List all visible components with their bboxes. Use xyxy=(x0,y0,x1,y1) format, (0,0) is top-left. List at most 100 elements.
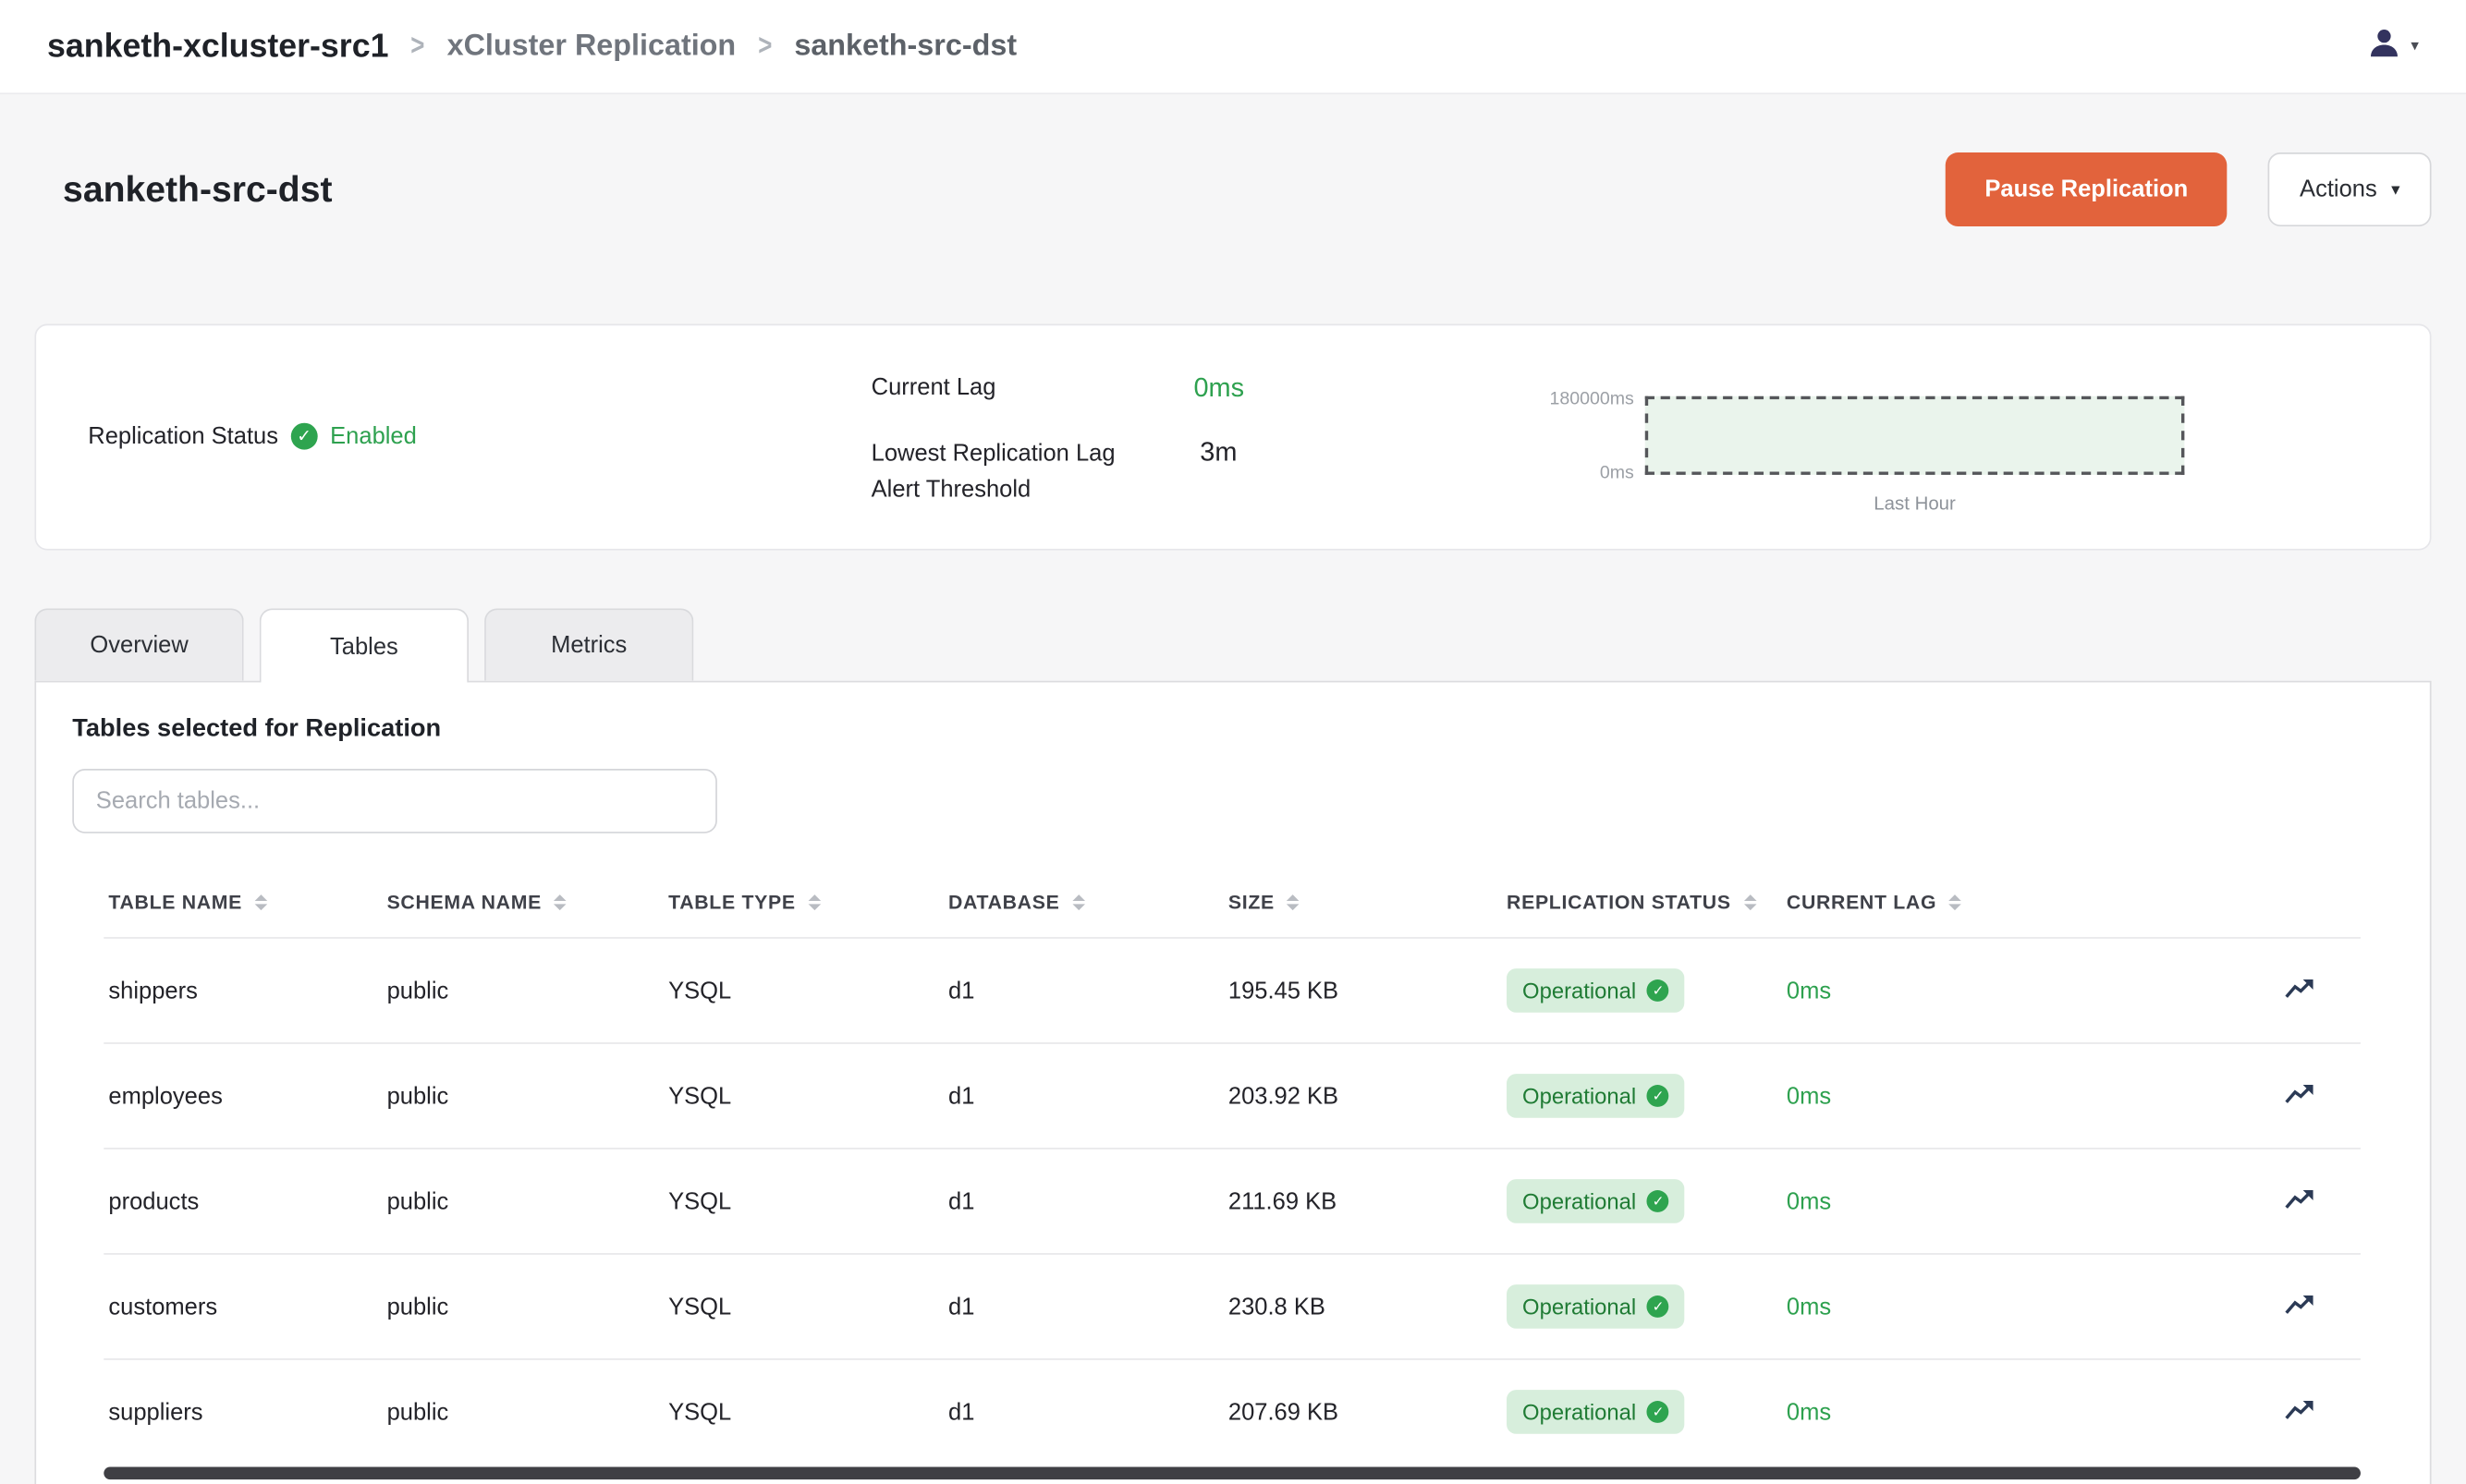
column-header-current-lag[interactable]: CURRENT LAG xyxy=(1782,892,2186,914)
check-circle-icon: ✓ xyxy=(291,423,318,450)
current-lag-label: Current Lag xyxy=(872,374,996,401)
cell-schema-name: public xyxy=(382,1293,664,1320)
cell-table-name: products xyxy=(104,1187,382,1214)
actions-button[interactable]: Actions ▾ xyxy=(2268,152,2432,226)
line-chart-icon xyxy=(2284,973,2318,1007)
title-buttons: Pause Replication Actions ▾ xyxy=(1946,152,2432,226)
cell-schema-name: public xyxy=(382,1187,664,1214)
cell-replication-status: Operational✓ xyxy=(1502,1074,1782,1118)
cell-schema-name: public xyxy=(382,1398,664,1425)
cell-table-type: YSQL xyxy=(664,1082,944,1109)
line-chart-icon xyxy=(2284,1078,2318,1113)
breadcrumb-section[interactable]: xCluster Replication xyxy=(447,29,737,63)
table-row: suppliers public YSQL d1 207.69 KB Opera… xyxy=(104,1358,2361,1464)
row-metrics-button[interactable] xyxy=(2280,1392,2321,1432)
row-metrics-button[interactable] xyxy=(2280,1076,2321,1116)
chart-x-label: Last Hour xyxy=(1645,493,2185,515)
cell-size: 230.8 KB xyxy=(1224,1293,1502,1320)
chevron-down-icon: ▾ xyxy=(2391,179,2399,200)
tab-bar: Overview Tables Metrics xyxy=(34,608,2466,680)
cell-schema-name: public xyxy=(382,977,664,1004)
replication-status-card: Replication Status ✓ Enabled Current Lag… xyxy=(34,324,2431,551)
chevron-down-icon: ▾ xyxy=(2411,38,2419,55)
cell-current-lag: 0ms xyxy=(1782,977,2186,1004)
cell-table-name: shippers xyxy=(104,977,382,1004)
panel-heading: Tables selected for Replication xyxy=(72,715,2430,744)
sort-icon[interactable] xyxy=(808,894,821,910)
table-row: employees public YSQL d1 203.92 KB Opera… xyxy=(104,1042,2361,1148)
chart-y-max-label: 180000ms xyxy=(1549,390,1633,408)
chart-y-min-label: 0ms xyxy=(1600,464,1634,482)
sort-icon[interactable] xyxy=(1743,894,1756,910)
lowest-lag-label: Lowest Replication Lag Alert Threshold xyxy=(872,435,1147,507)
sort-icon[interactable] xyxy=(1287,894,1300,910)
cell-table-type: YSQL xyxy=(664,1293,944,1320)
tables-panel: Tables selected for Replication TABLE NA… xyxy=(34,681,2431,1484)
user-icon xyxy=(2365,24,2403,69)
status-badge: Operational✓ xyxy=(1507,1074,1685,1118)
table-row: customers public YSQL d1 230.8 KB Operat… xyxy=(104,1253,2361,1358)
cell-schema-name: public xyxy=(382,1082,664,1109)
cell-size: 195.45 KB xyxy=(1224,977,1502,1004)
row-metrics-button[interactable] xyxy=(2280,970,2321,1011)
cell-size: 211.69 KB xyxy=(1224,1187,1502,1214)
cell-replication-status: Operational✓ xyxy=(1502,1179,1782,1223)
cell-size: 203.92 KB xyxy=(1224,1082,1502,1109)
check-circle-icon: ✓ xyxy=(1647,979,1669,1002)
check-circle-icon: ✓ xyxy=(1647,1401,1669,1423)
sort-icon[interactable] xyxy=(255,894,268,910)
tab-tables[interactable]: Tables xyxy=(260,608,469,682)
column-header-table-name[interactable]: TABLE NAME xyxy=(104,892,382,914)
breadcrumb-universe[interactable]: sanketh-xcluster-src1 xyxy=(47,28,388,66)
sort-icon[interactable] xyxy=(1072,894,1085,910)
actions-button-label: Actions xyxy=(2300,176,2377,203)
cell-table-type: YSQL xyxy=(664,1398,944,1425)
breadcrumb: sanketh-xcluster-src1 > xCluster Replica… xyxy=(47,28,1017,66)
row-metrics-button[interactable] xyxy=(2280,1286,2321,1327)
pause-replication-button[interactable]: Pause Replication xyxy=(1946,152,2228,226)
column-header-replication-status[interactable]: REPLICATION STATUS xyxy=(1502,892,1782,914)
column-header-table-type[interactable]: TABLE TYPE xyxy=(664,892,944,914)
status-badge: Operational✓ xyxy=(1507,1179,1685,1223)
breadcrumb-current: sanketh-src-dst xyxy=(794,29,1017,63)
cell-table-type: YSQL xyxy=(664,1187,944,1214)
cell-database: d1 xyxy=(944,1187,1224,1214)
cell-current-lag: 0ms xyxy=(1782,1187,2186,1214)
tab-overview[interactable]: Overview xyxy=(34,608,243,680)
line-chart-icon xyxy=(2284,1289,2318,1323)
chevron-right-icon: > xyxy=(758,29,772,63)
cell-replication-status: Operational✓ xyxy=(1502,1390,1782,1434)
app-viewport: sanketh-xcluster-src1 > xCluster Replica… xyxy=(0,0,2466,1484)
column-header-database[interactable]: DATABASE xyxy=(944,892,1224,914)
check-circle-icon: ✓ xyxy=(1647,1085,1669,1107)
chart-plot-area xyxy=(1645,396,2185,475)
cell-database: d1 xyxy=(944,1398,1224,1425)
check-circle-icon: ✓ xyxy=(1647,1295,1669,1318)
cell-database: d1 xyxy=(944,1082,1224,1109)
table-row: shippers public YSQL d1 195.45 KB Operat… xyxy=(104,937,2361,1042)
replication-status: Replication Status ✓ Enabled xyxy=(88,423,417,450)
sort-icon[interactable] xyxy=(1949,894,1962,910)
cell-current-lag: 0ms xyxy=(1782,1082,2186,1109)
check-circle-icon: ✓ xyxy=(1647,1190,1669,1212)
tab-metrics[interactable]: Metrics xyxy=(484,608,693,680)
cell-replication-status: Operational✓ xyxy=(1502,968,1782,1013)
cell-replication-status: Operational✓ xyxy=(1502,1284,1782,1329)
replication-status-value: Enabled xyxy=(330,423,417,450)
row-metrics-button[interactable] xyxy=(2280,1181,2321,1222)
status-badge: Operational✓ xyxy=(1507,1390,1685,1434)
line-chart-icon xyxy=(2284,1184,2318,1218)
sort-icon[interactable] xyxy=(555,894,568,910)
horizontal-scrollbar[interactable] xyxy=(104,1466,2361,1479)
cell-database: d1 xyxy=(944,977,1224,1004)
current-lag-value: 0ms xyxy=(1193,372,1244,404)
column-header-schema-name[interactable]: SCHEMA NAME xyxy=(382,892,664,914)
top-bar: sanketh-xcluster-src1 > xCluster Replica… xyxy=(0,0,2466,94)
cell-table-name: employees xyxy=(104,1082,382,1109)
user-menu[interactable]: ▾ xyxy=(2365,24,2419,69)
search-input[interactable] xyxy=(72,769,717,833)
column-header-size[interactable]: SIZE xyxy=(1224,892,1502,914)
table-header-row: TABLE NAME SCHEMA NAME TABLE TYPE DATABA… xyxy=(104,868,2361,937)
table-row: products public YSQL d1 211.69 KB Operat… xyxy=(104,1148,2361,1253)
replication-status-label: Replication Status xyxy=(88,423,278,450)
